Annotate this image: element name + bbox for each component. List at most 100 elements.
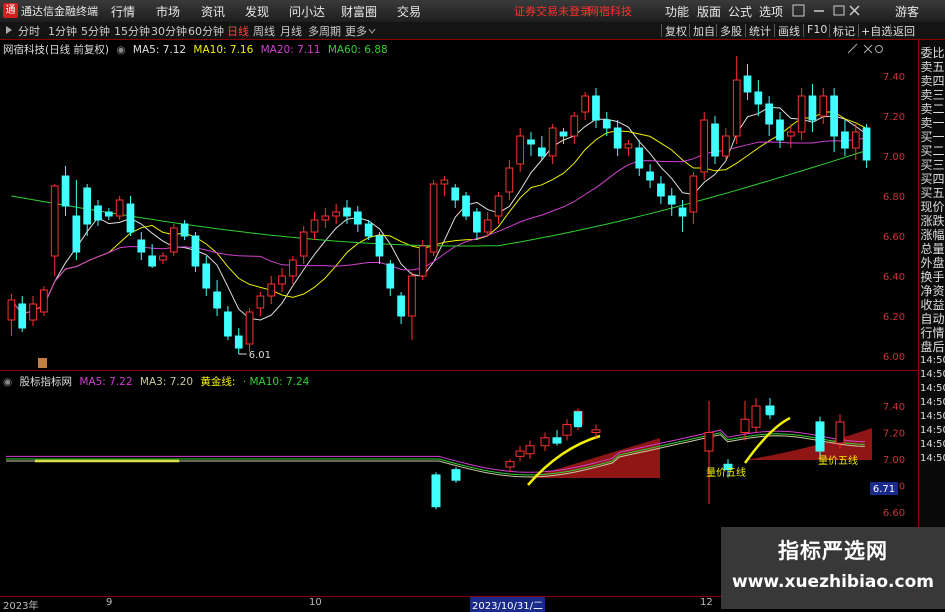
login-notice[interactable]: 证券交易未登录 bbox=[514, 3, 591, 19]
candle-body bbox=[408, 275, 416, 317]
ind-candle-body bbox=[540, 437, 550, 447]
back-button[interactable]: 返回 bbox=[893, 23, 915, 39]
quote-field-label: 14:50 bbox=[920, 439, 945, 450]
f10-button[interactable]: F10 bbox=[807, 23, 827, 36]
quote-field-label: 14:50 bbox=[920, 369, 945, 380]
divider bbox=[890, 24, 891, 37]
candle-body bbox=[364, 223, 373, 237]
statistics-button[interactable]: 统计 bbox=[749, 23, 771, 39]
draw-line-button[interactable]: 画线 bbox=[778, 23, 800, 39]
y-tick-label: 6.20 bbox=[883, 312, 905, 323]
quote-field-label: 涨跌 bbox=[920, 214, 945, 228]
menu-market[interactable]: 行情 bbox=[111, 3, 135, 20]
candle-body bbox=[732, 79, 741, 137]
period-tab-intraday[interactable]: 分时 bbox=[18, 23, 40, 39]
menu-wealth[interactable]: 财富圈 bbox=[341, 3, 377, 20]
candle-body bbox=[418, 245, 427, 277]
menu-trade[interactable]: 交易 bbox=[397, 3, 421, 20]
candle-body bbox=[29, 303, 37, 321]
ind-candle-body bbox=[562, 424, 572, 436]
candle-body bbox=[667, 195, 676, 205]
candle-body bbox=[278, 275, 286, 285]
adjust-button[interactable]: 复权 bbox=[665, 23, 687, 39]
candle-body bbox=[343, 207, 351, 217]
candle-body bbox=[462, 195, 470, 217]
settings-dot-icon[interactable]: ◉ bbox=[3, 376, 12, 388]
period-tab-15min[interactable]: 15分钟 bbox=[114, 23, 150, 39]
chevron-down-icon[interactable] bbox=[368, 27, 376, 35]
candlestick-chart[interactable]: 7.407.207.006.806.606.406.206.007.616.01 bbox=[0, 56, 918, 370]
candle-body bbox=[440, 179, 449, 185]
settings-dot-icon[interactable]: ◉ bbox=[116, 44, 125, 56]
menu-news[interactable]: 资讯 bbox=[201, 3, 225, 20]
multi-stock-button[interactable]: 多股 bbox=[720, 23, 742, 39]
menu-exchange[interactable]: 市场 bbox=[156, 3, 180, 20]
candle-body bbox=[700, 119, 709, 173]
candle-body bbox=[613, 127, 622, 149]
period-tab-daily[interactable]: 日线 bbox=[227, 23, 249, 39]
quote-field-label: 买四 bbox=[920, 172, 945, 186]
ma60-label: MA60: 6.88 bbox=[327, 44, 388, 56]
ma60-line bbox=[11, 150, 867, 247]
period-tab-60min[interactable]: 60分钟 bbox=[188, 23, 224, 39]
x-tick-label: 2023年 bbox=[3, 601, 39, 612]
candle-body bbox=[451, 187, 460, 201]
candle-body bbox=[841, 131, 849, 149]
quote-field-label: 14:50 bbox=[920, 453, 945, 464]
current-value-label: 6.71 bbox=[873, 484, 895, 495]
menu-options[interactable]: 选项 bbox=[759, 3, 783, 20]
overlay-button[interactable]: 加自 bbox=[693, 23, 715, 39]
indicator-name[interactable]: 股标指标网 bbox=[20, 376, 73, 388]
quote-field-label: 14:50 bbox=[920, 383, 945, 394]
maximize-icon bbox=[833, 5, 845, 16]
candle-body bbox=[548, 127, 557, 157]
period-tab-more[interactable]: 更多 bbox=[345, 23, 367, 39]
period-tab-weekly[interactable]: 周线 bbox=[253, 23, 275, 39]
y-tick-label: 7.40 bbox=[883, 72, 905, 83]
quote-field-label: 14:50 bbox=[920, 411, 945, 422]
candle-body bbox=[267, 283, 276, 297]
ma10-line bbox=[11, 111, 867, 315]
ind-candle-body bbox=[431, 474, 441, 508]
period-tab-30min[interactable]: 30分钟 bbox=[151, 23, 187, 39]
candle-body bbox=[40, 289, 48, 313]
user-label[interactable]: 游客 bbox=[895, 3, 919, 20]
divider bbox=[803, 24, 804, 37]
period-tab-1min[interactable]: 1分钟 bbox=[48, 23, 77, 39]
menu-ask[interactable]: 问小达 bbox=[289, 3, 325, 20]
period-tab-5min[interactable]: 5分钟 bbox=[81, 23, 110, 39]
candle-body bbox=[765, 103, 774, 125]
quote-field-label: 14:50 bbox=[920, 355, 945, 366]
menu-discover[interactable]: 发现 bbox=[245, 3, 269, 20]
volume-five-line-annotation: 量价五线 bbox=[818, 454, 858, 467]
candle-body bbox=[743, 75, 752, 93]
period-tab-multi[interactable]: 多周期 bbox=[308, 23, 341, 39]
candle-body bbox=[722, 135, 730, 157]
quote-field-label: 委比 bbox=[920, 46, 945, 60]
candle-body bbox=[786, 131, 795, 137]
menu-function[interactable]: 功能 bbox=[665, 3, 689, 20]
candle-body bbox=[635, 147, 644, 169]
ind-y-tick-label: 7.20 bbox=[883, 429, 905, 440]
quote-field-label: 卖四 bbox=[920, 74, 945, 88]
menu-formula[interactable]: 公式 bbox=[728, 3, 752, 20]
candle-body bbox=[776, 119, 784, 141]
quote-field-label: 换手 bbox=[920, 270, 945, 284]
candle-body bbox=[159, 255, 167, 261]
quote-field-label: 收益 bbox=[920, 298, 945, 312]
period-tab-monthly[interactable]: 月线 bbox=[280, 23, 302, 39]
ind-candle-body bbox=[574, 411, 582, 428]
ind-candle-body bbox=[766, 406, 774, 416]
add-watchlist-button[interactable]: +自选 bbox=[861, 23, 892, 39]
candle-body bbox=[321, 215, 330, 221]
mark-button[interactable]: 标记 bbox=[833, 23, 855, 39]
divider bbox=[689, 24, 690, 37]
candle-body bbox=[505, 167, 514, 193]
app-title: 通达信金融终端 bbox=[21, 5, 98, 18]
candle-body bbox=[624, 143, 633, 149]
menu-layout[interactable]: 版面 bbox=[697, 3, 721, 20]
y-tick-label: 6.80 bbox=[883, 192, 905, 203]
candle-body bbox=[18, 303, 27, 329]
play-icon[interactable] bbox=[4, 25, 14, 35]
low-price-label: 6.01 bbox=[249, 350, 271, 361]
